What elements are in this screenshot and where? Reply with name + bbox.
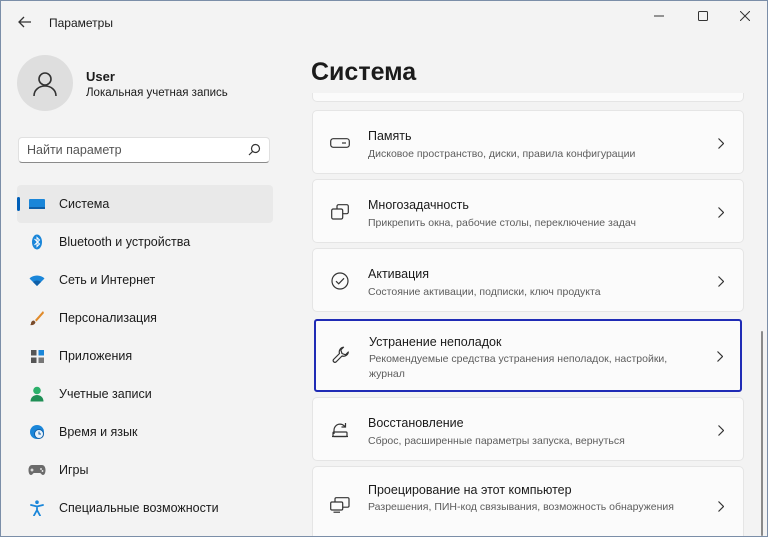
sidebar-item-accessibility[interactable]: Специальные возможности [17,489,273,527]
scrollbar[interactable] [761,331,763,536]
title-bar: Параметры [1,1,767,45]
settings-card-storage[interactable]: Память Дисковое пространство, диски, пра… [312,110,744,174]
brush-icon [28,309,46,327]
wifi-icon [28,271,46,289]
wrench-icon [330,344,352,366]
chevron-right-icon [715,274,727,288]
search-input[interactable] [27,141,237,159]
card-description: Рекомендуемые средства устранения непола… [369,353,668,380]
search-box[interactable] [18,137,270,163]
minimize-button[interactable] [637,5,681,27]
card-title: Проецирование на этот компьютер [368,483,572,497]
sidebar-item-network[interactable]: Сеть и Интернет [17,261,273,299]
card-description: Прикрепить окна, рабочие столы, переключ… [368,217,636,229]
sidebar-item-label: Приложения [59,349,133,363]
back-button[interactable] [11,10,39,34]
multitasking-icon [329,201,351,223]
card-description: Разрешения, ПИН-код связывания, возможно… [368,501,674,513]
sidebar-item-label: Специальные возможности [59,501,219,515]
avatar [17,55,73,111]
chevron-right-icon [715,423,727,437]
card-title: Многозадачность [368,198,469,212]
chevron-right-icon [714,349,726,363]
chevron-right-icon [715,499,727,513]
bluetooth-icon [28,233,46,251]
sidebar-item-bluetooth[interactable]: Bluetooth и устройства [17,223,273,261]
card-title: Восстановление [368,416,464,430]
settings-card-activation[interactable]: Активация Состояние активации, подписки,… [312,248,744,312]
settings-card-projection[interactable]: Проецирование на этот компьютер Разрешен… [312,466,744,536]
close-button[interactable] [723,5,767,27]
time-language-icon [28,423,46,441]
close-icon [740,11,750,21]
chevron-right-icon [715,205,727,219]
card-description: Дисковое пространство, диски, правила ко… [368,148,636,160]
gaming-icon [28,461,46,479]
settings-window: Параметры User Локальная учетная запись [0,0,768,537]
maximize-icon [698,11,708,21]
minimize-icon [654,15,664,17]
sidebar-nav: Система Bluetooth и устройства Сеть и Ин… [17,185,273,527]
search-icon[interactable] [248,143,261,161]
user-account-type: Локальная учетная запись [86,87,228,99]
person-icon [33,72,57,97]
sidebar-item-personalization[interactable]: Персонализация [17,299,273,337]
projection-icon [329,494,351,516]
sidebar-item-label: Игры [59,463,89,477]
card-description: Сброс, расширенные параметры запуска, ве… [368,435,625,447]
sidebar-item-accounts[interactable]: Учетные записи [17,375,273,413]
chevron-right-icon [715,136,727,150]
sidebar-item-gaming[interactable]: Игры [17,451,273,489]
card-title: Память [368,129,412,143]
activation-icon [329,270,351,292]
accessibility-icon [28,499,46,517]
card-title: Устранение неполадок [369,335,502,349]
sidebar-item-system[interactable]: Система [17,185,273,223]
sidebar-item-apps[interactable]: Приложения [17,337,273,375]
sidebar-item-label: Учетные записи [59,387,152,401]
page-title: Система [311,58,417,86]
storage-icon [329,132,351,154]
card-title: Активация [368,267,430,281]
sidebar-item-label: Время и язык [59,425,138,439]
settings-card-multitasking[interactable]: Многозадачность Прикрепить окна, рабочие… [312,179,744,243]
sidebar-item-label: Сеть и Интернет [59,273,156,287]
apps-icon [28,347,46,365]
sidebar-item-label: Персонализация [59,311,157,325]
sidebar-item-time-language[interactable]: Время и язык [17,413,273,451]
settings-list: Память Дисковое пространство, диски, пра… [312,93,745,536]
card-description: Состояние активации, подписки, ключ прод… [368,286,601,298]
settings-card-partial [312,93,744,102]
back-arrow-icon [18,16,31,28]
recovery-icon [329,419,351,441]
user-name: User [86,69,115,84]
sidebar-item-label: Bluetooth и устройства [59,235,191,249]
settings-card-recovery[interactable]: Восстановление Сброс, расширенные параме… [312,397,744,461]
maximize-button[interactable] [681,5,725,27]
system-icon [28,195,46,213]
sidebar-item-label: Система [59,197,110,211]
settings-card-troubleshoot[interactable]: Устранение неполадок Рекомендуемые средс… [314,319,742,392]
selection-indicator [17,197,20,211]
app-title: Параметры [49,16,113,30]
accounts-icon [28,385,46,403]
